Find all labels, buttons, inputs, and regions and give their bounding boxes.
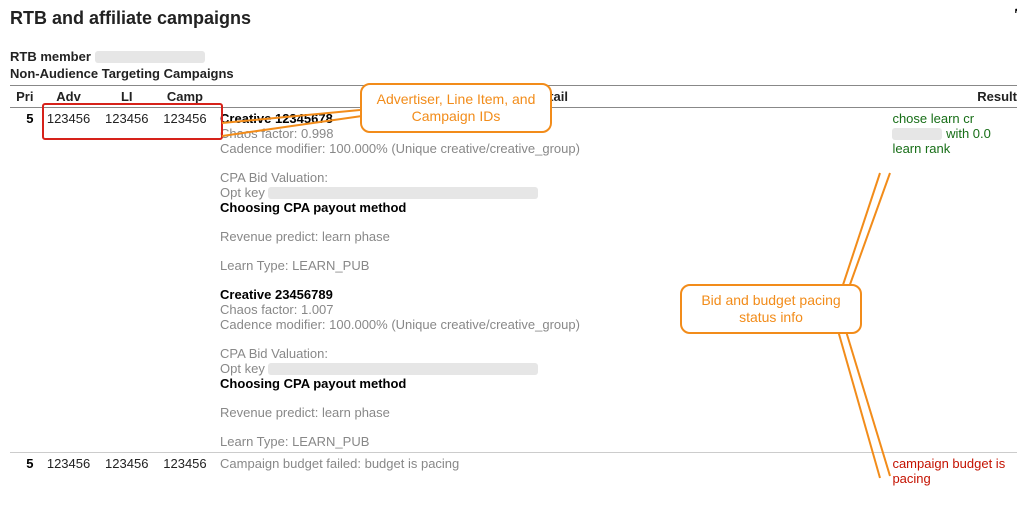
opt-key-value-redacted	[268, 363, 538, 375]
cell-detail-plain: Campaign budget failed: budget is pacing	[214, 452, 886, 489]
result-line1: chose learn cr	[892, 111, 1017, 126]
revenue-predict: Revenue predict: learn phase	[220, 405, 880, 420]
opt-key-label: Opt key	[220, 185, 265, 200]
result-line3: learn rank	[892, 141, 1017, 156]
cell-result: chose learn cr with 0.0 learn rank	[886, 107, 1017, 452]
cell-adv: 123456	[39, 107, 97, 452]
cell-camp: 123456	[156, 452, 214, 489]
cell-adv: 123456	[39, 452, 97, 489]
page-title: RTB and affiliate campaigns	[10, 8, 1017, 29]
choosing-method: Choosing CPA payout method	[220, 200, 880, 215]
cell-li: 123456	[98, 107, 156, 452]
cell-camp: 123456	[156, 107, 214, 452]
cpa-bid-label: CPA Bid Valuation:	[220, 346, 880, 361]
section-title: Non-Audience Targeting Campaigns	[10, 66, 1017, 83]
opt-key-label: Opt key	[220, 361, 265, 376]
campaigns-table: Pri Adv LI Camp Detail Result 5 123456 1…	[10, 85, 1017, 489]
th-adv: Adv	[39, 85, 97, 107]
cell-result-plain: campaign budget is pacing	[886, 452, 1017, 489]
opt-key-value-redacted	[268, 187, 538, 199]
rtb-member-label: RTB member	[10, 49, 91, 64]
cadence-modifier: Cadence modifier: 100.000% (Unique creat…	[220, 141, 880, 156]
cell-pri: 5	[10, 452, 39, 489]
learn-type: Learn Type: LEARN_PUB	[220, 434, 880, 449]
result-line2: with 0.0	[946, 126, 991, 141]
rtb-member-value-redacted	[95, 51, 205, 63]
cpa-bid-label: CPA Bid Valuation:	[220, 170, 880, 185]
callout-pacing: Bid and budget pacing status info	[680, 284, 862, 334]
th-camp: Camp	[156, 85, 214, 107]
choosing-method: Choosing CPA payout method	[220, 376, 880, 391]
table-row: 5 123456 123456 123456 Campaign budget f…	[10, 452, 1017, 489]
cell-pri: 5	[10, 107, 39, 452]
table-row: 5 123456 123456 123456 Creative 12345678…	[10, 107, 1017, 452]
th-result: Result	[886, 85, 1017, 107]
learn-type: Learn Type: LEARN_PUB	[220, 258, 880, 273]
revenue-predict: Revenue predict: learn phase	[220, 229, 880, 244]
result-redacted	[892, 128, 942, 140]
callout-ids: Advertiser, Line Item, and Campaign IDs	[360, 83, 552, 133]
cell-li: 123456	[98, 452, 156, 489]
cursor-icon: ↖	[1013, 4, 1017, 21]
th-pri: Pri	[10, 85, 39, 107]
cell-detail: Creative 12345678 Chaos factor: 0.998 Ca…	[214, 107, 886, 452]
th-li: LI	[98, 85, 156, 107]
